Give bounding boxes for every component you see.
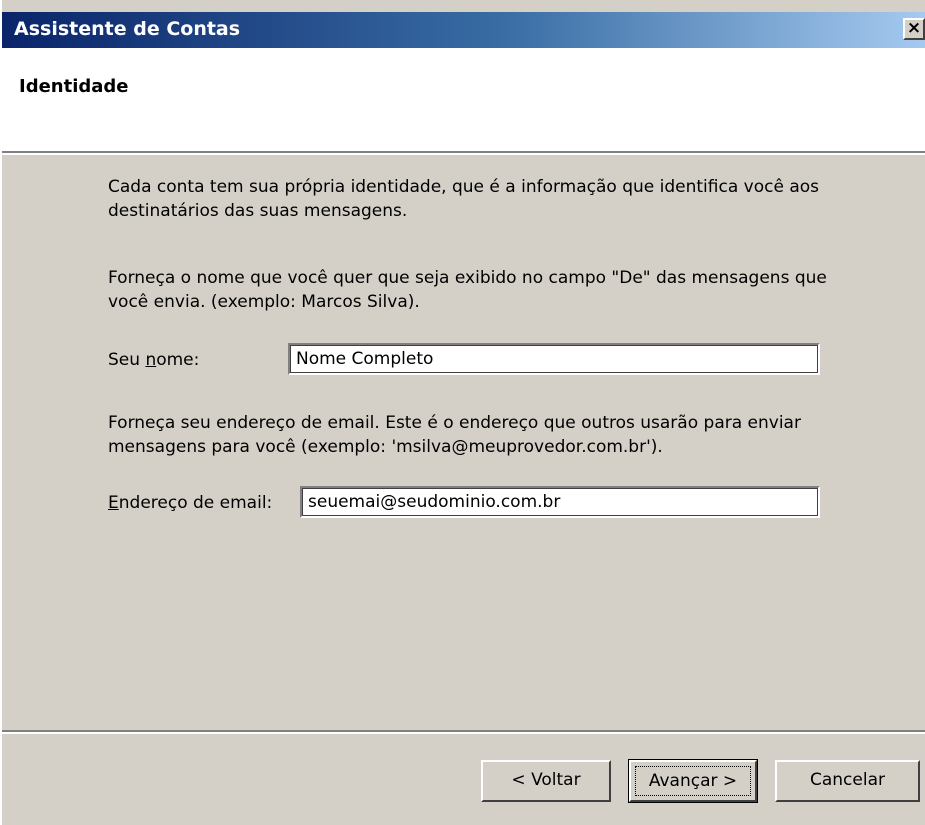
email-instructions: Forneça seu endereço de email. Este é o … bbox=[108, 413, 801, 457]
name-label-suffix: ome: bbox=[156, 350, 200, 370]
account-wizard-dialog: Assistente de Contas × Identidade Cada c… bbox=[0, 0, 925, 825]
close-button[interactable]: × bbox=[903, 18, 925, 40]
wizard-content: Cada conta tem sua própria identidade, q… bbox=[2, 155, 925, 730]
email-label-suffix: ndereço de email: bbox=[118, 493, 273, 513]
cancel-button[interactable]: Cancelar bbox=[775, 760, 920, 802]
close-icon: × bbox=[906, 18, 922, 38]
name-input[interactable]: Nome Completo bbox=[288, 343, 820, 375]
wizard-footer: < Voltar Avançar > Cancelar bbox=[2, 730, 925, 825]
back-button[interactable]: < Voltar bbox=[481, 760, 611, 802]
title-bar: Assistente de Contas × bbox=[2, 12, 925, 48]
name-label: Seu nome: bbox=[108, 350, 199, 370]
email-label-accelerator: E bbox=[108, 493, 119, 513]
name-instructions: Forneça o nome que você quer que seja ex… bbox=[108, 268, 827, 312]
intro-text: Cada conta tem sua própria identidade, q… bbox=[108, 177, 820, 221]
next-button-label: Avançar > bbox=[635, 766, 751, 796]
window-title: Assistente de Contas bbox=[14, 18, 241, 40]
name-label-prefix: Seu bbox=[108, 350, 146, 370]
name-label-accelerator: n bbox=[145, 350, 157, 370]
next-button[interactable]: Avançar > bbox=[628, 759, 758, 803]
email-input[interactable]: seuemai@seudominio.com.br bbox=[300, 486, 820, 518]
email-label: Endereço de email: bbox=[108, 493, 272, 513]
wizard-header: Identidade bbox=[2, 48, 925, 155]
page-title: Identidade bbox=[19, 76, 129, 97]
